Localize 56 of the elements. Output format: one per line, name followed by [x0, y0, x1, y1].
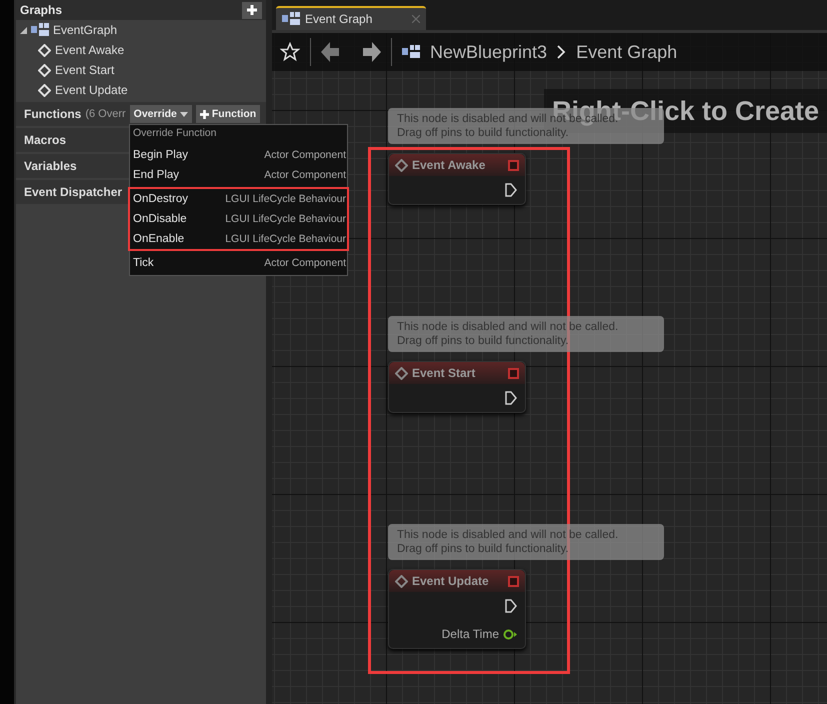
- breadcrumb-item[interactable]: Event Graph: [576, 42, 678, 62]
- plus-icon: [247, 5, 257, 15]
- graph-icon: [282, 12, 300, 26]
- exec-pin-icon[interactable]: [505, 183, 517, 197]
- menu-item[interactable]: Begin Play Actor Component: [130, 145, 347, 165]
- caret-icon: [180, 112, 188, 116]
- node-comment: This node is disabled and will not be called. Drag off pins to build functionality.: [388, 316, 664, 352]
- section-header: Macros: [24, 133, 66, 147]
- add-button[interactable]: [242, 2, 262, 18]
- add-function-button[interactable]: Function: [196, 105, 260, 123]
- menu-item[interactable]: End Play Actor Component: [130, 165, 347, 185]
- disabled-indicator-icon: [508, 576, 519, 586]
- plus-icon: [200, 110, 209, 118]
- event-icon: [395, 574, 408, 588]
- tree-item[interactable]: EventGraph: [53, 23, 118, 37]
- disabled-indicator-icon: [508, 368, 519, 378]
- event-icon: [38, 84, 51, 96]
- exec-pin-icon[interactable]: [505, 391, 517, 405]
- editor-tab[interactable]: Event Graph: [276, 6, 426, 30]
- menu-item[interactable]: OnDisable LGUI LifeCycle Behaviour: [130, 209, 347, 229]
- section-header: Graphs: [20, 3, 62, 17]
- exec-pin-icon[interactable]: [505, 599, 517, 613]
- node-title: Event Start: [412, 366, 476, 380]
- event-icon: [395, 366, 408, 380]
- node-title: Event Awake: [412, 158, 486, 172]
- event-icon: [38, 64, 51, 76]
- forward-arrow-icon[interactable]: [363, 42, 381, 62]
- float-pin-icon[interactable]: [503, 628, 517, 640]
- graph-icon: [402, 45, 420, 59]
- menu-item[interactable]: OnEnable LGUI LifeCycle Behaviour: [130, 229, 347, 249]
- node-comment: This node is disabled and will not be called. Drag off pins to build functionality.: [388, 524, 664, 560]
- section-header: Functions: [24, 107, 82, 121]
- section-header: Event Dispatcher: [24, 185, 122, 199]
- star-icon[interactable]: [280, 42, 300, 62]
- override-dropdown[interactable]: Override: [130, 105, 192, 123]
- chevron-icon: [557, 45, 566, 59]
- tree-item[interactable]: Event Awake: [55, 43, 124, 57]
- section-header: Variables: [24, 159, 77, 173]
- event-icon: [38, 44, 51, 56]
- event-node[interactable]: Event Awake: [388, 153, 526, 205]
- menu-item[interactable]: OnDestroy LGUI LifeCycle Behaviour: [130, 189, 347, 209]
- pin-label: Delta Time: [442, 627, 499, 641]
- graph-icon: [31, 23, 49, 37]
- tree-item[interactable]: Event Update: [55, 83, 128, 97]
- expand-arrow-icon[interactable]: [20, 26, 27, 34]
- node-title: Event Update: [412, 574, 490, 588]
- back-arrow-icon[interactable]: [321, 42, 339, 62]
- event-node[interactable]: Event Start: [388, 361, 526, 413]
- disabled-indicator-icon: [508, 160, 519, 170]
- override-count: (6 Overr: [85, 108, 126, 120]
- menu-title: Override Function: [132, 126, 218, 141]
- menu-item[interactable]: Tick Actor Component: [130, 253, 347, 273]
- event-icon: [395, 158, 408, 172]
- event-node[interactable]: Event Update Delta Time: [388, 569, 526, 649]
- breadcrumb-item[interactable]: NewBlueprint3: [430, 42, 548, 62]
- tree-item[interactable]: Event Start: [55, 63, 114, 77]
